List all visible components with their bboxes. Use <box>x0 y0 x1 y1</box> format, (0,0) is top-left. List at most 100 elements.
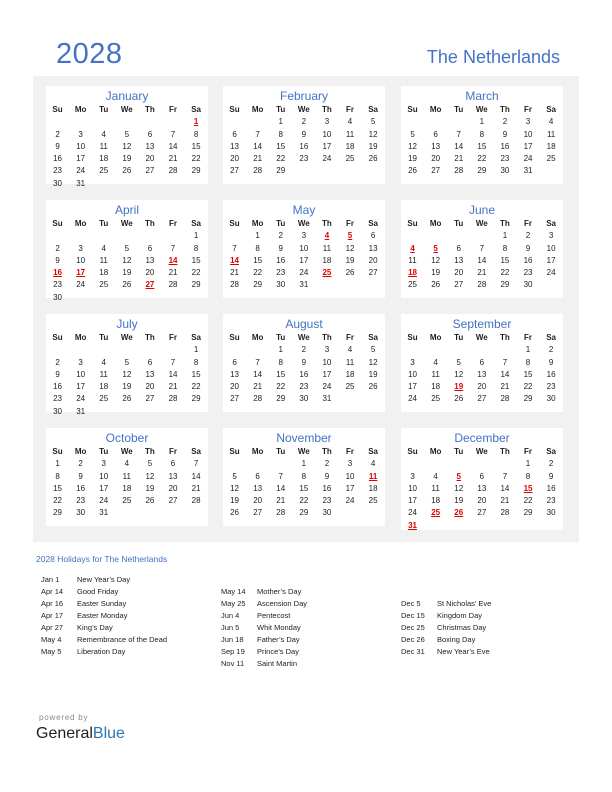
empty-cell <box>362 165 385 177</box>
day-cell: 7 <box>278 471 283 481</box>
empty-cell <box>223 344 246 356</box>
day-cell: 6 <box>232 129 237 139</box>
day-cell: 26 <box>368 154 378 164</box>
day-cell: 22 <box>299 496 309 506</box>
day-cell: 23 <box>546 382 556 392</box>
day-cell: 25 <box>99 394 109 404</box>
month-name: December <box>454 431 510 445</box>
week-row: 10 11 12 13 14 15 16 <box>401 369 563 381</box>
holiday-name: Easter Monday <box>77 611 128 620</box>
day-cell: 21 <box>477 268 487 278</box>
week-row: 5 6 7 8 9 10 11 <box>223 471 385 483</box>
day-cell: 23 <box>276 268 286 278</box>
empty-cell <box>470 458 493 470</box>
holiday-date: Jun 4 <box>221 611 240 620</box>
day-cell: 2 <box>548 345 554 355</box>
day-cell: 19 <box>368 141 378 151</box>
weekday-header: Fr <box>524 333 533 342</box>
day-cell: 28 <box>168 394 178 404</box>
weekday-header: Tu <box>454 219 464 228</box>
day-cell: 24 <box>322 382 332 392</box>
weekday-header: We <box>475 447 488 456</box>
empty-cell <box>92 344 115 356</box>
day-cell: 22 <box>500 268 510 278</box>
empty-cell <box>424 520 447 532</box>
empty-cell <box>447 116 470 128</box>
holiday-column: Dec 5 St Nicholas’ Eve Dec 15 Kingdom Day De… <box>401 598 491 658</box>
holiday-day: 26 <box>454 508 464 518</box>
day-cell: 28 <box>454 166 464 176</box>
empty-cell <box>223 116 246 128</box>
day-cell: 11 <box>345 129 355 139</box>
day-cell: 22 <box>253 268 263 278</box>
day-cell: 3 <box>301 231 307 241</box>
holiday-item: Apr 16 Easter Sunday <box>41 598 167 610</box>
day-cell: 12 <box>230 483 239 493</box>
week-row: 29 30 31 <box>46 507 208 519</box>
weekday-header: Sa <box>191 447 201 456</box>
day-cell: 26 <box>122 394 132 404</box>
day-cell: 20 <box>230 382 239 392</box>
weekday-header: Mo <box>429 219 442 228</box>
weekday-header: Tu <box>454 447 464 456</box>
holiday-name: Father’s Day <box>257 635 300 644</box>
day-cell: 13 <box>230 141 239 151</box>
day-cell: 1 <box>479 117 485 127</box>
day-cell: 4 <box>433 357 438 367</box>
holiday-date: Dec 5 <box>401 599 421 608</box>
empty-cell <box>92 230 115 242</box>
day-cell: 2 <box>78 459 83 469</box>
empty-cell <box>185 178 208 190</box>
empty-cell <box>470 520 493 532</box>
day-cell: 1 <box>502 231 508 241</box>
day-cell: 30 <box>76 508 86 518</box>
week-row: 12 13 14 15 16 17 18 <box>401 141 563 153</box>
holiday-item: Apr 17 Easter Monday <box>41 610 167 622</box>
day-cell: 18 <box>99 382 109 392</box>
weekday-header: Fr <box>524 447 533 456</box>
holiday-date: Dec 15 <box>401 611 425 620</box>
empty-cell <box>138 230 161 242</box>
day-cell: 22 <box>191 382 201 392</box>
holiday-date: Apr 17 <box>41 611 64 620</box>
day-cell: 15 <box>191 255 201 265</box>
generalblue-logo: GeneralBlue <box>36 725 125 743</box>
day-cell: 23 <box>546 496 556 506</box>
weekday-header: Mo <box>251 447 264 456</box>
holiday-column: Jan 1 New Year’s Day Apr 14 Good Friday Apr … <box>41 574 167 658</box>
day-cell: 9 <box>301 129 307 139</box>
holiday-item: Dec 26 Boxing Day <box>401 634 491 646</box>
day-cell: 11 <box>99 141 108 151</box>
month-january: January Su Mo Tu We Th Fr Sa 1 2 3 4 5 6 7 8 9 10 11 12 13 14… <box>46 86 208 188</box>
day-cell: 8 <box>193 129 199 139</box>
day-cell: 4 <box>124 459 130 469</box>
day-cell: 30 <box>299 394 309 404</box>
empty-cell <box>46 230 69 242</box>
holiday-date: Jun 5 <box>221 623 240 632</box>
weekday-header: We <box>120 105 133 114</box>
month-name: July <box>116 317 138 331</box>
holiday-day: 14 <box>230 255 239 265</box>
day-cell: 13 <box>368 243 378 253</box>
day-cell: 16 <box>500 141 510 151</box>
day-cell: 24 <box>76 166 86 176</box>
day-cell: 8 <box>525 471 531 481</box>
weekday-header: Tu <box>99 105 109 114</box>
weekday-header: Fr <box>169 333 178 342</box>
day-cell: 25 <box>408 280 417 290</box>
week-row: 4 5 6 7 8 9 10 <box>401 243 563 255</box>
day-cell: 3 <box>410 357 415 367</box>
weekday-header: We <box>297 333 310 342</box>
weekday-header: Tu <box>454 333 464 342</box>
weekday-header: We <box>120 447 133 456</box>
month-june: June Su Mo Tu We Th Fr Sa 1 2 3 4 5 6 7 8 9 10 11 12 13 14 15 1… <box>401 200 563 298</box>
day-cell: 19 <box>122 268 132 278</box>
day-cell: 12 <box>345 243 355 253</box>
holiday-date: Dec 26 <box>401 635 425 644</box>
weekday-header: Sa <box>191 105 201 114</box>
day-cell: 10 <box>76 369 86 379</box>
weekday-header: Sa <box>191 219 201 228</box>
weekday-header: Tu <box>99 447 109 456</box>
day-cell: 25 <box>345 382 355 392</box>
day-cell: 23 <box>53 394 62 404</box>
